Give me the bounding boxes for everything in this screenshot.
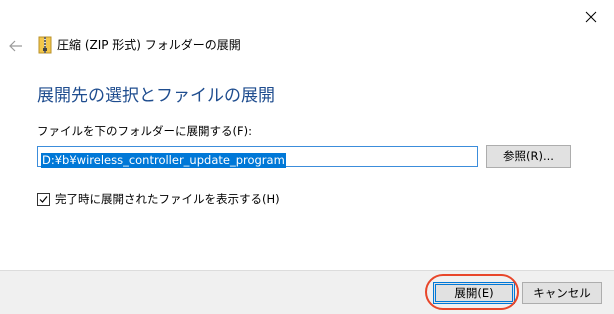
browse-button[interactable]: 参照(R)... xyxy=(486,145,571,168)
close-button[interactable] xyxy=(576,4,606,30)
destination-path-input[interactable]: D:¥b¥wireless_controller_update_program xyxy=(37,146,478,168)
show-files-option[interactable]: 完了時に展開されたファイルを表示する(H) xyxy=(37,191,280,207)
show-files-checkbox[interactable] xyxy=(37,192,50,206)
show-files-label: 完了時に展開されたファイルを表示する(H) xyxy=(55,191,280,206)
extract-dialog: 圧縮 (ZIP 形式) フォルダーの展開 展開先の選択とファイルの展開 ファイル… xyxy=(0,0,614,314)
destination-path-value: D:¥b¥wireless_controller_update_program xyxy=(41,153,286,168)
checkmark-icon xyxy=(39,195,48,203)
back-arrow-icon xyxy=(9,40,22,52)
destination-label: ファイルを下のフォルダーに展開する(F): xyxy=(37,124,252,138)
page-heading: 展開先の選択とファイルの展開 xyxy=(37,86,275,106)
zip-folder-icon xyxy=(37,36,53,54)
extract-button[interactable]: 展開(E) xyxy=(433,282,515,304)
cancel-button[interactable]: キャンセル xyxy=(522,282,602,304)
close-icon xyxy=(585,11,597,23)
back-button[interactable] xyxy=(6,36,26,56)
window-title: 圧縮 (ZIP 形式) フォルダーの展開 xyxy=(57,38,241,52)
